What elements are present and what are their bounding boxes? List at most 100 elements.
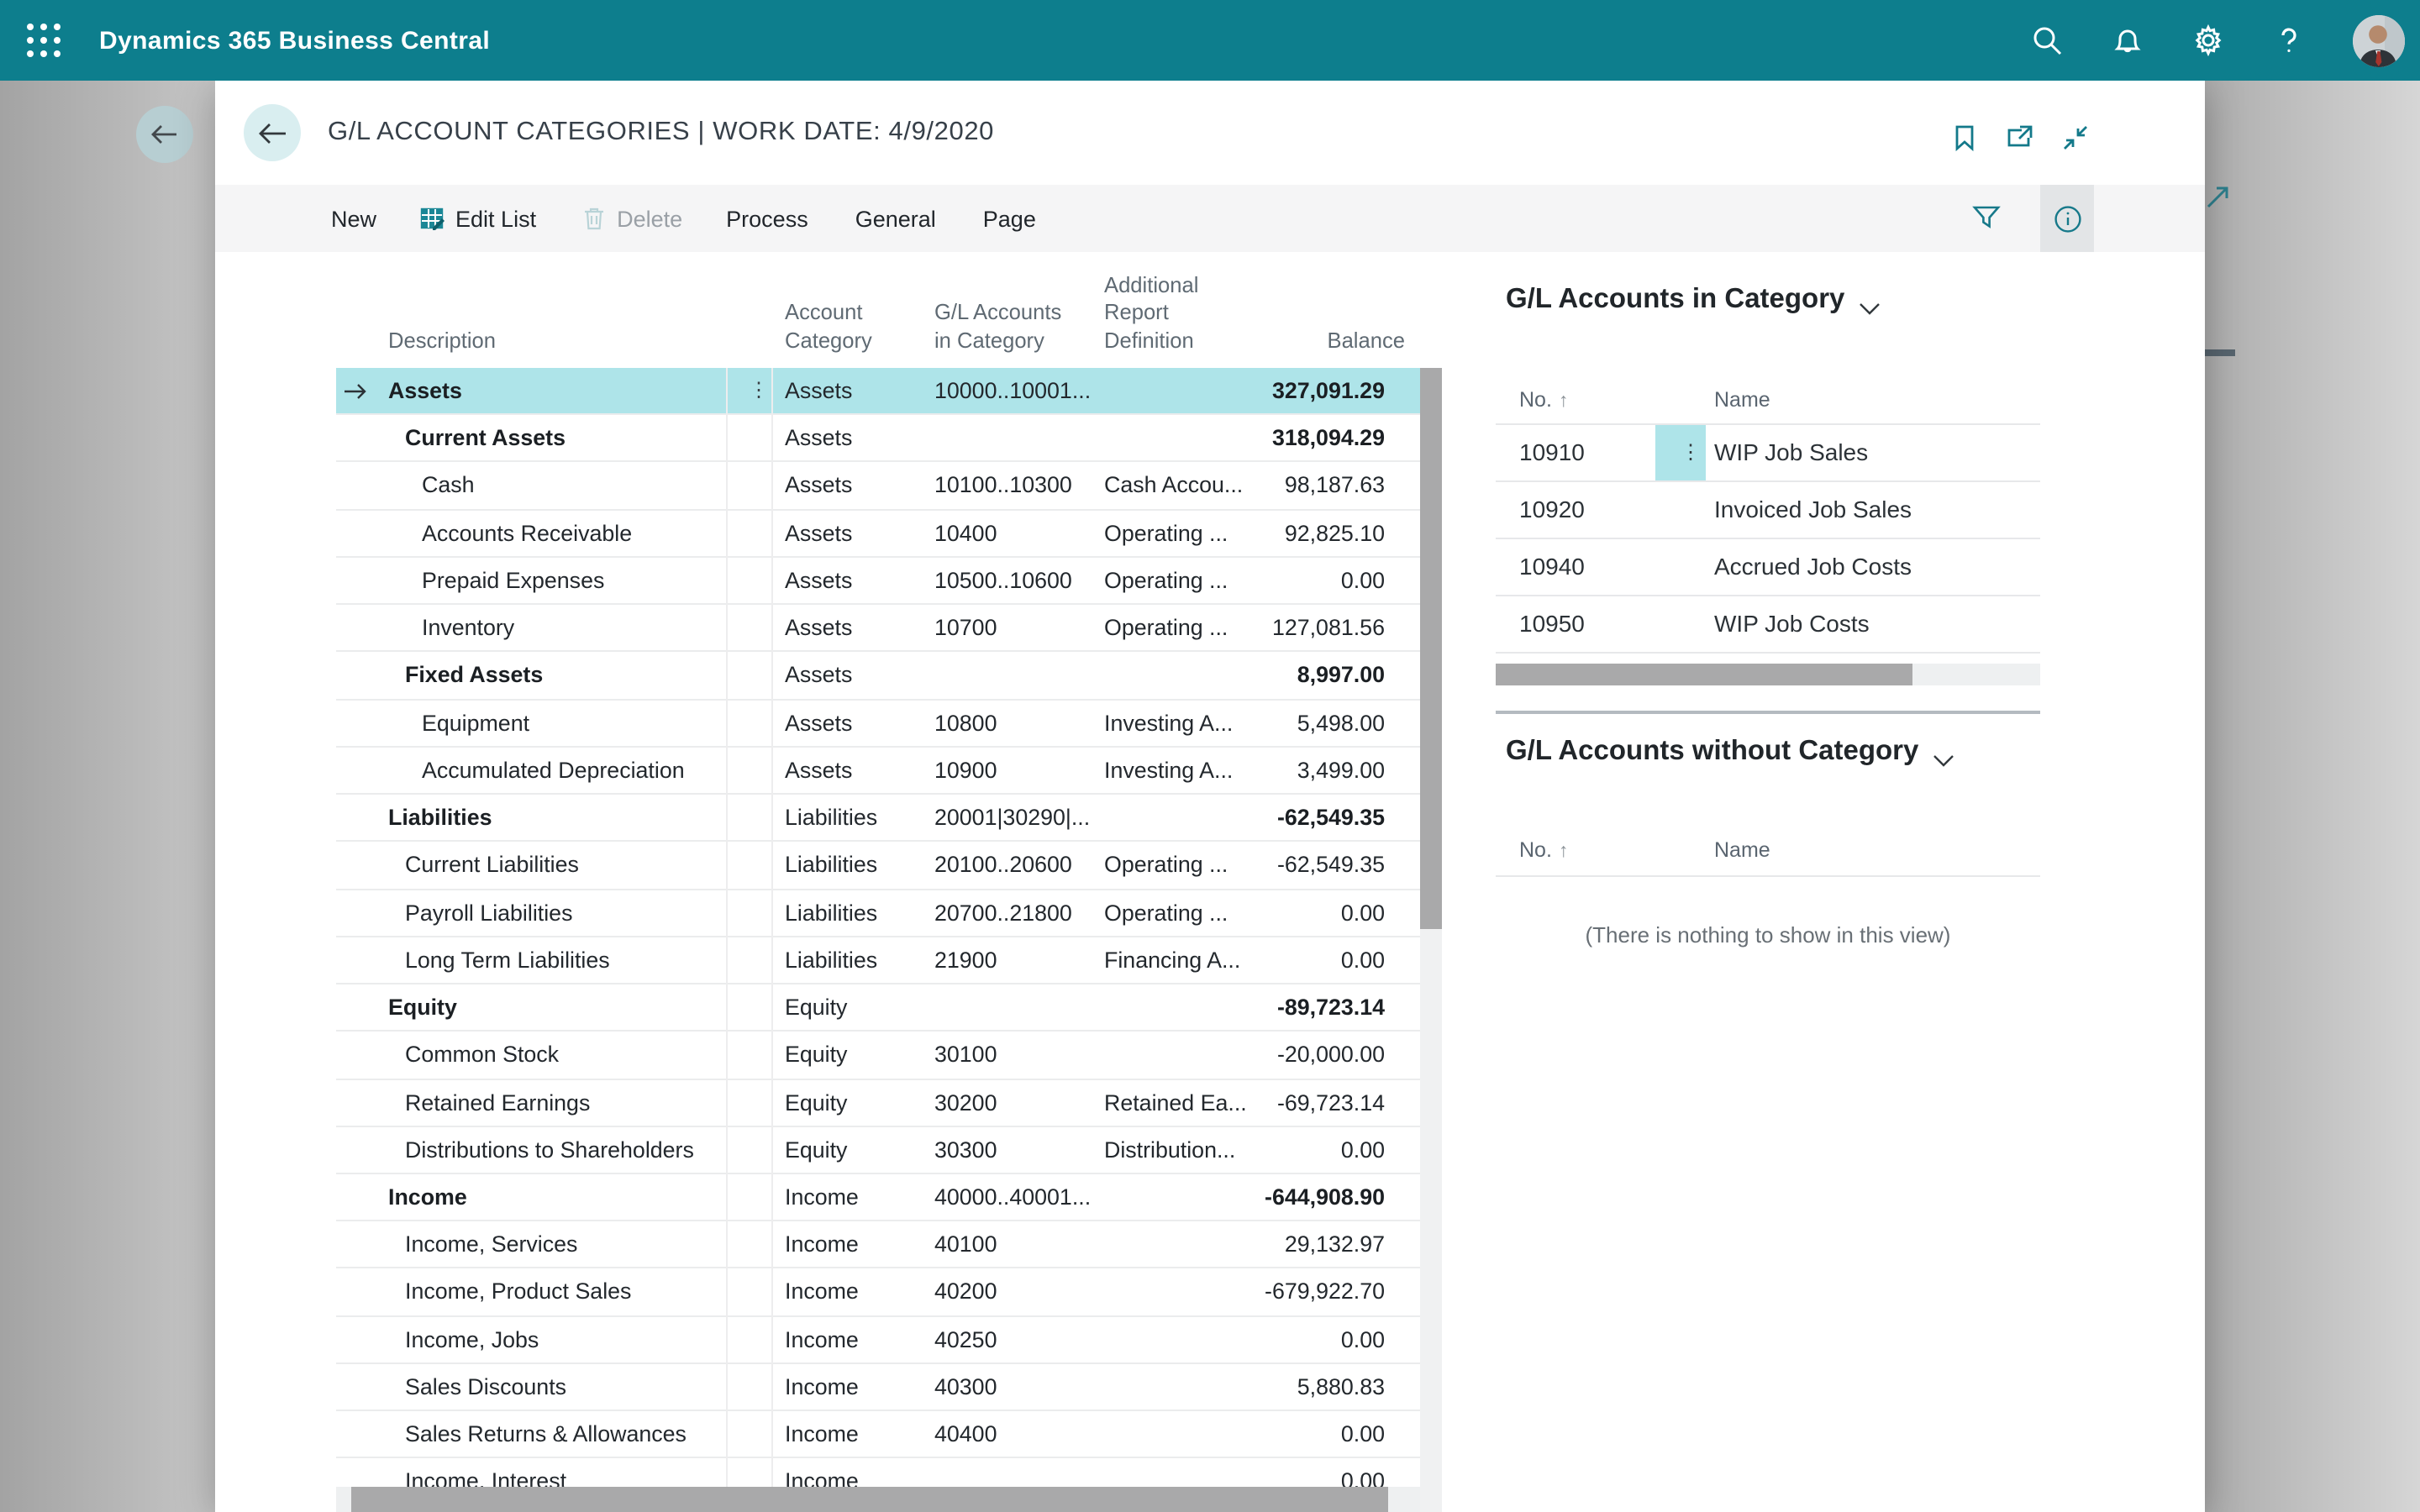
collapse-icon[interactable] bbox=[2062, 124, 2089, 151]
user-avatar[interactable] bbox=[2353, 14, 2405, 66]
table-row[interactable]: EquipmentAssets10800Investing A...5,498.… bbox=[336, 700, 1420, 747]
column-header-no[interactable]: No.↑ bbox=[1519, 388, 1568, 412]
table-row[interactable]: LiabilitiesLiabilities20001|30290|...-62… bbox=[336, 795, 1420, 842]
cell-account-category: Income bbox=[785, 1316, 859, 1362]
cell-description: Liabilities bbox=[388, 795, 492, 841]
search-icon[interactable] bbox=[2030, 24, 2064, 57]
table-row[interactable]: IncomeIncome40000..40001...-644,908.90 bbox=[336, 1174, 1420, 1221]
column-header-additional[interactable]: AdditionalReportDefinition bbox=[1104, 271, 1198, 354]
table-row[interactable]: Income, Product SalesIncome40200-679,922… bbox=[336, 1269, 1420, 1316]
cell-additional-report-definition: Operating ... bbox=[1104, 605, 1228, 651]
help-icon[interactable] bbox=[2272, 24, 2306, 57]
column-header-category[interactable]: AccountCategory bbox=[785, 299, 872, 354]
cell-description: Fixed Assets bbox=[405, 653, 543, 699]
factbox-row[interactable]: 10920 Invoiced Job Sales bbox=[1496, 482, 2040, 539]
table-row[interactable]: Current AssetsAssets318,094.29 bbox=[336, 415, 1420, 462]
toolbar-item-general[interactable]: General bbox=[855, 206, 936, 231]
cell-account-category: Assets bbox=[785, 463, 852, 509]
table-row[interactable]: Common StockEquity30100-20,000.00 bbox=[336, 1032, 1420, 1079]
cell-description: Accumulated Depreciation bbox=[422, 748, 685, 794]
cell-gl-accounts: 40300 bbox=[934, 1364, 997, 1410]
horizontal-scrollbar-thumb[interactable] bbox=[351, 1487, 1388, 1512]
cell-gl-accounts: 40400 bbox=[934, 1411, 997, 1457]
cell-description: Equipment bbox=[422, 700, 529, 746]
table-row[interactable]: Assets⋮Assets10000..10001...327,091.29 bbox=[336, 368, 1420, 415]
table-row[interactable]: Distributions to ShareholdersEquity30300… bbox=[336, 1127, 1420, 1174]
toolbar-item-process[interactable]: Process bbox=[726, 206, 808, 231]
cell-additional-report-definition: Operating ... bbox=[1104, 558, 1228, 604]
cell-gl-accounts: 10000..10001... bbox=[934, 368, 1091, 414]
table-row[interactable]: Long Term LiabilitiesLiabilities21900Fin… bbox=[336, 937, 1420, 984]
vertical-scrollbar-thumb[interactable] bbox=[1420, 368, 1442, 929]
chevron-down-icon[interactable] bbox=[1858, 291, 1880, 313]
dialog-content: Description AccountCategory G/L Accountsin… bbox=[215, 252, 2205, 1512]
cell-balance: -644,908.90 bbox=[1265, 1174, 1385, 1221]
table-row[interactable]: Current LiabilitiesLiabilities20100..206… bbox=[336, 843, 1420, 890]
table-row[interactable]: CashAssets10100..10300Cash Accou...98,18… bbox=[336, 463, 1420, 510]
back-button[interactable] bbox=[244, 104, 301, 161]
table-row[interactable]: Sales DiscountsIncome403005,880.83 bbox=[336, 1364, 1420, 1411]
cell-balance: -62,549.35 bbox=[1277, 843, 1385, 889]
column-header-balance[interactable]: Balance bbox=[1328, 327, 1406, 354]
table-row[interactable]: Sales Returns & AllowancesIncome404000.0… bbox=[336, 1411, 1420, 1458]
filter-icon[interactable] bbox=[1973, 205, 2000, 232]
background-decor-bar bbox=[2205, 349, 2235, 356]
toolbar-item-edit-list[interactable]: Edit List bbox=[420, 206, 536, 231]
toolbar-item-page[interactable]: Page bbox=[983, 206, 1036, 231]
column-header-name[interactable]: Name bbox=[1714, 838, 1770, 862]
cell-balance: 98,187.63 bbox=[1285, 463, 1385, 509]
cell-balance: 3,499.00 bbox=[1297, 748, 1385, 794]
sort-ascending-icon: ↑ bbox=[1559, 391, 1569, 412]
cell-gl-accounts: 40100 bbox=[934, 1221, 997, 1268]
cell-no: 10920 bbox=[1519, 482, 1585, 538]
waffle-icon[interactable] bbox=[24, 20, 64, 60]
factbox-horizontal-scrollbar bbox=[1496, 664, 2040, 685]
bookmark-icon[interactable] bbox=[1951, 124, 1978, 151]
cell-description: Assets bbox=[388, 368, 462, 414]
cell-additional-report-definition: Operating ... bbox=[1104, 890, 1228, 936]
notifications-icon[interactable] bbox=[2111, 24, 2144, 57]
table-row[interactable]: Retained EarningsEquity30200Retained Ea.… bbox=[336, 1079, 1420, 1126]
cell-gl-accounts: 10800 bbox=[934, 700, 997, 746]
info-pane-toggle[interactable] bbox=[2040, 185, 2094, 252]
column-header-no[interactable]: No.↑ bbox=[1519, 838, 1568, 862]
cell-account-category: Income bbox=[785, 1364, 859, 1410]
table-row[interactable]: Accounts ReceivableAssets10400Operating … bbox=[336, 510, 1420, 557]
toolbar-item-new[interactable]: New bbox=[331, 206, 376, 231]
cell-description: Cash bbox=[422, 463, 475, 509]
factbox-scrollbar-thumb[interactable] bbox=[1496, 664, 1912, 685]
table-row[interactable]: InventoryAssets10700Operating ...127,081… bbox=[336, 605, 1420, 652]
table-row[interactable]: Prepaid ExpensesAssets10500..10600Operat… bbox=[336, 558, 1420, 605]
chevron-down-icon[interactable] bbox=[1932, 743, 1954, 765]
open-in-new-window-icon[interactable] bbox=[2007, 124, 2033, 151]
cell-account-category: Assets bbox=[785, 605, 852, 651]
table-row[interactable]: EquityEquity-89,723.14 bbox=[336, 984, 1420, 1032]
table-row[interactable]: Income, JobsIncome402500.00 bbox=[336, 1316, 1420, 1363]
factbox-section-divider bbox=[1496, 711, 2040, 714]
cell-description: Sales Discounts bbox=[405, 1364, 566, 1410]
cell-account-category: Liabilities bbox=[785, 843, 877, 889]
cell-balance: 127,081.56 bbox=[1272, 605, 1385, 651]
cell-gl-accounts: 21900 bbox=[934, 937, 997, 984]
column-header-description[interactable]: Description bbox=[388, 327, 496, 354]
cell-balance: 327,091.29 bbox=[1272, 368, 1385, 414]
column-header-accounts[interactable]: G/L Accountsin Category bbox=[934, 299, 1061, 354]
table-row[interactable]: Fixed AssetsAssets8,997.00 bbox=[336, 653, 1420, 700]
table-row[interactable]: Income, ServicesIncome4010029,132.97 bbox=[336, 1221, 1420, 1268]
row-context-menu[interactable]: ⋮ bbox=[1655, 425, 1706, 480]
settings-icon[interactable] bbox=[2191, 24, 2225, 57]
factbox-row[interactable]: 10910⋮WIP Job Sales bbox=[1496, 425, 2040, 482]
cell-balance: -69,723.14 bbox=[1277, 1079, 1385, 1126]
cell-name: Invoiced Job Sales bbox=[1714, 482, 1912, 538]
cell-account-category: Liabilities bbox=[785, 890, 877, 936]
cell-balance: 0.00 bbox=[1341, 558, 1385, 604]
table-row[interactable]: Accumulated DepreciationAssets10900Inves… bbox=[336, 748, 1420, 795]
column-header-name[interactable]: Name bbox=[1714, 388, 1770, 412]
factbox-row[interactable]: 10950WIP Job Costs bbox=[1496, 596, 2040, 654]
cell-name: Accrued Job Costs bbox=[1714, 539, 1912, 595]
factbox-row[interactable]: 10940Accrued Job Costs bbox=[1496, 539, 2040, 596]
cell-gl-accounts: 20700..21800 bbox=[934, 890, 1072, 936]
table-row[interactable]: Payroll LiabilitiesLiabilities20700..218… bbox=[336, 890, 1420, 937]
cell-account-category: Assets bbox=[785, 748, 852, 794]
cell-balance: 92,825.10 bbox=[1285, 510, 1385, 556]
